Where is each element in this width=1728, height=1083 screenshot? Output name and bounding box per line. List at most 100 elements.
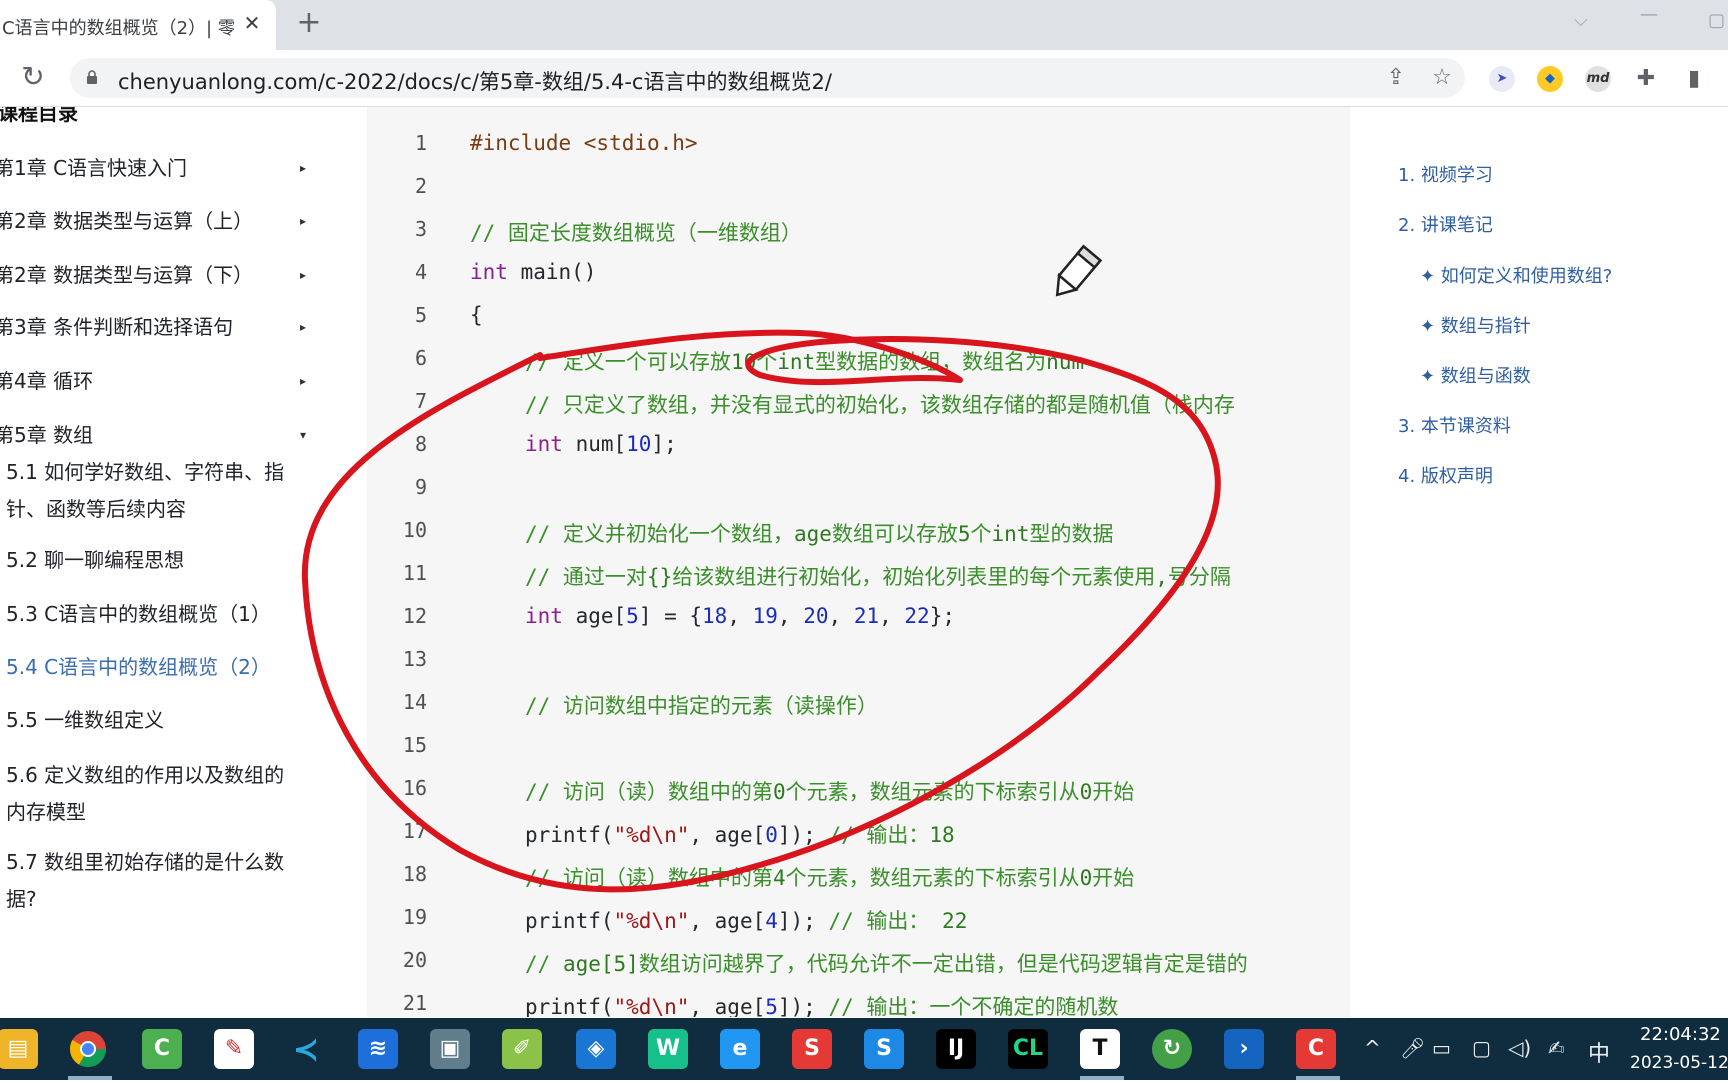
close-tab-icon[interactable]: ✕ [240,11,264,35]
microphone-icon[interactable]: 🎤︎ [1400,1036,1425,1060]
typora-icon[interactable]: T [1080,1029,1120,1069]
bookmark-star-icon[interactable]: ☆ [1430,66,1454,90]
feishu-icon[interactable]: ≋ [358,1029,398,1069]
intellij-icon[interactable]: IJ [936,1029,976,1069]
side-panel-icon[interactable]: ▮ [1681,66,1707,92]
ime-indicator[interactable]: 中 [1588,1036,1610,1068]
section-5-2[interactable]: 5.2 聊一聊编程思想 [6,542,306,579]
c-app-icon[interactable]: C [1296,1029,1336,1069]
line-number: 20 [402,948,427,972]
line-number: 18 [402,862,427,886]
network-icon[interactable]: ▢ [1472,1036,1491,1060]
notepad-icon[interactable]: ✐ [502,1029,542,1069]
collapse-arrow-icon[interactable]: ▾ [300,417,306,453]
minimize-icon[interactable]: — [1640,4,1658,25]
share-icon[interactable]: ⇪ [1384,66,1408,90]
line-number: 10 [402,518,427,542]
volume-icon[interactable]: ◁) [1508,1036,1531,1060]
tray-expand-icon[interactable]: ^ [1364,1036,1381,1060]
code-text: printf("%d\n", age[0]); // 输出：18 [525,823,955,847]
chapter-3[interactable]: 第3章 条件判断和选择语句 ▸ [0,309,306,345]
section-label: 5.3 C语言中的数组概览（1） [6,602,271,626]
chapter-label: 第3章 条件判断和选择语句 [0,315,234,339]
tab-title: C语言中的数组概览（2）| 零 [2,18,234,39]
line-number: 4 [414,260,427,284]
display-icon[interactable]: ▭ [1432,1036,1451,1060]
new-tab-button[interactable]: + [294,8,324,38]
toc-item-notes[interactable]: 2. 讲课笔记 [1398,211,1493,237]
sync-app-icon[interactable]: ↻ [1152,1029,1192,1069]
section-5-1[interactable]: 5.1 如何学好数组、字符串、指 针、函数等后续内容 [6,454,306,528]
section-5-3[interactable]: 5.3 C语言中的数组概览（1） [6,596,306,633]
extension-md-icon[interactable]: md [1585,66,1611,92]
running-indicator [68,1076,112,1080]
expand-arrow-icon[interactable]: ▸ [300,203,306,239]
url-text[interactable]: chenyuanlong.com/c-2022/docs/c/第5章-数组/5.… [118,66,832,96]
pen-app-icon[interactable]: ✎ [214,1029,254,1069]
code-line: 10 // 定义并初始化一个数组，age数组可以存放5个int型的数据 [367,510,1350,553]
expand-arrow-icon[interactable]: ▸ [300,150,306,186]
expand-arrow-icon[interactable]: ▸ [300,363,306,399]
pen-tray-icon[interactable]: ✍ [1548,1036,1565,1060]
toc-item-video[interactable]: 1. 视频学习 [1398,161,1493,187]
section-5-6[interactable]: 5.6 定义数组的作用以及数组的 内存模型 [6,757,306,831]
code-line: 3 // 固定长度数组概览（一维数组） [367,209,1350,252]
extensions-puzzle-icon[interactable]: ✚ [1633,66,1659,92]
clock-time[interactable]: 22:04:32 [1640,1024,1721,1045]
chapter-4[interactable]: 第4章 循环 ▸ [0,363,306,399]
toc-item-array-function[interactable]: ✦ 数组与函数 [1420,362,1531,388]
extension-bird-icon[interactable]: ➤ [1489,66,1515,92]
s-app-blue-icon[interactable]: S [864,1029,904,1069]
chapter-label: 第2章 数据类型与运算（上） [0,209,254,233]
code-text: { [470,303,483,327]
wechat-work-icon[interactable]: W [648,1029,688,1069]
code-line: 15 [367,725,1350,768]
chapter-2-part2[interactable]: 第2章 数据类型与运算（下） ▸ [0,257,306,293]
toc-item-materials[interactable]: 3. 本节课资料 [1398,412,1511,438]
tab-search-icon[interactable]: ⌵ [1574,10,1588,31]
toc-item-array-pointer[interactable]: ✦ 数组与指针 [1420,312,1531,338]
clock-date[interactable]: 2023-05-12 [1630,1053,1728,1073]
s-app-red-icon[interactable]: S [792,1029,832,1069]
reload-icon[interactable]: ↻ [18,62,48,92]
chapter-1[interactable]: 第1章 C语言快速入门 ▸ [0,150,306,186]
expand-arrow-icon[interactable]: ▸ [300,257,306,293]
restore-icon[interactable]: ▢ [1708,10,1725,31]
network-app-icon[interactable]: ▣ [430,1029,470,1069]
line-number: 11 [402,561,427,585]
code-line: 14 // 访问数组中指定的元素（读操作） [367,682,1350,725]
clion-icon[interactable]: CL [1008,1029,1048,1069]
chrome-icon[interactable] [68,1029,108,1069]
tab-strip: C语言中的数组概览（2）| 零 ✕ + ⌵ — ▢ [0,0,1728,50]
browser-tab[interactable]: C语言中的数组概览（2）| 零 ✕ [0,0,276,50]
line-number: 13 [402,647,427,671]
section-5-4-active[interactable]: 5.4 C语言中的数组概览（2） [6,649,306,686]
powershell-icon[interactable]: › [1224,1029,1264,1069]
pencil-cursor-icon [1055,244,1103,297]
toc-item-copyright[interactable]: 4. 版权声明 [1398,462,1493,488]
lock-icon [87,70,97,84]
line-number: 9 [414,475,427,499]
extension-shield-icon[interactable]: ◆ [1537,66,1563,92]
chapter-label: 第2章 数据类型与运算（下） [0,263,254,287]
section-label: 5.5 一维数组定义 [6,708,165,732]
toc-item-define-array[interactable]: ✦ 如何定义和使用数组? [1420,262,1612,288]
chapter-2-part1[interactable]: 第2章 数据类型与运算（上） ▸ [0,203,306,239]
line-number: 2 [414,174,427,198]
code-line: 6 // 定义一个可以存放10个int型数据的数组，数组名为num [367,338,1350,381]
file-explorer-icon[interactable]: ▤ [0,1029,38,1069]
chapter-label: 第5章 数组 [0,423,94,447]
virtualbox-icon[interactable]: ◈ [576,1029,616,1069]
section-label-cont: 内存模型 [6,800,86,824]
edge-dev-icon[interactable]: e [720,1029,760,1069]
section-5-7[interactable]: 5.7 数组里初始存储的是什么数 据? [6,844,306,918]
vscode-icon[interactable]: ≺ [286,1029,326,1069]
section-label: 5.7 数组里初始存储的是什么数 [6,850,285,874]
chapter-5[interactable]: 第5章 数组 ▾ [0,417,306,453]
section-5-5[interactable]: 5.5 一维数组定义 [6,702,306,739]
camtasia-icon[interactable]: C [142,1029,182,1069]
code-block[interactable]: 1 #include <stdio.h> 2 3 // 固定长度数组概览（一维数… [367,107,1350,1017]
address-bar[interactable]: chenyuanlong.com/c-2022/docs/c/第5章-数组/5.… [70,58,1465,98]
expand-arrow-icon[interactable]: ▸ [300,309,306,345]
line-number: 19 [402,905,427,929]
